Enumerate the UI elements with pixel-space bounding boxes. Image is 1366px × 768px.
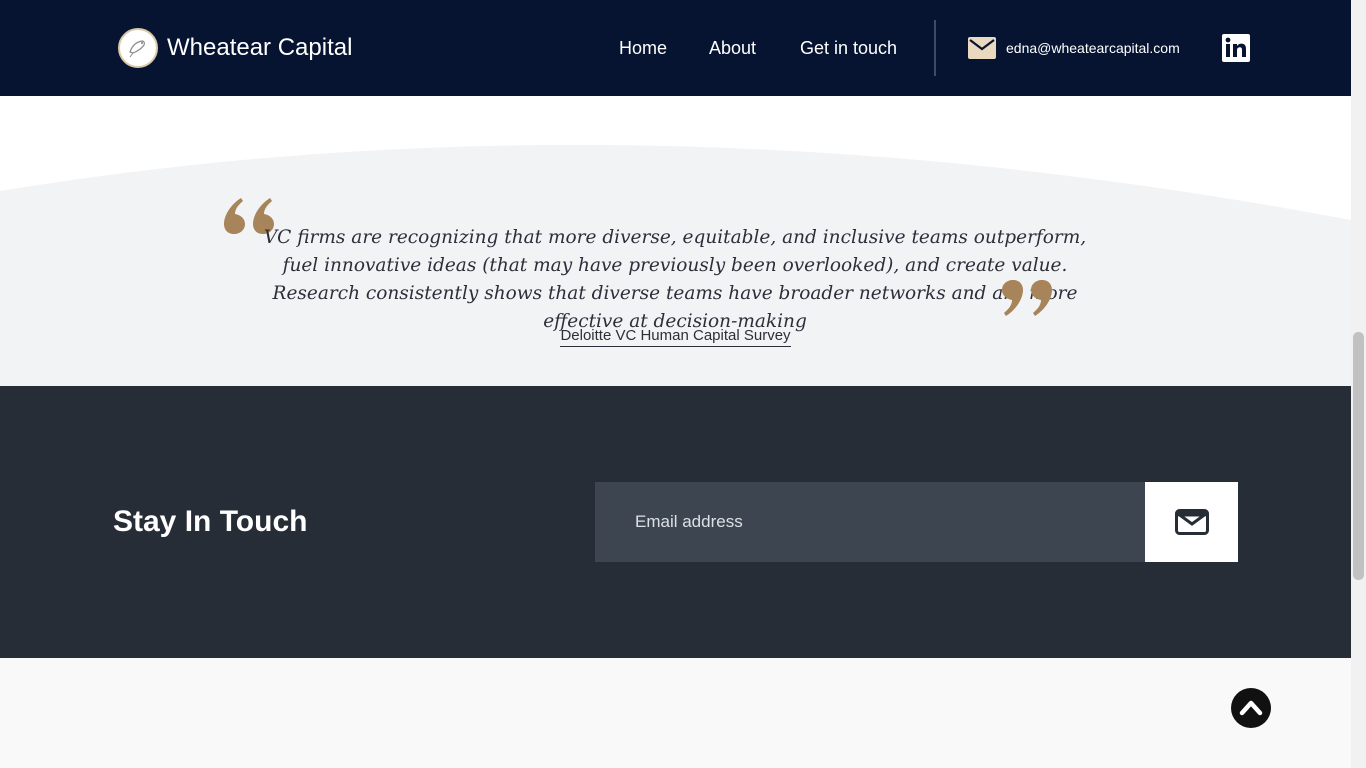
newsletter-submit-button[interactable] (1145, 482, 1238, 562)
envelope-icon (1175, 509, 1209, 535)
nav-about[interactable]: About (709, 37, 756, 59)
quote-text: VC firms are recognizing that more diver… (263, 227, 1087, 332)
newsletter-email-input[interactable] (595, 482, 1145, 562)
quote-section: VC firms are recognizing that more diver… (0, 96, 1351, 386)
nav-divider (934, 20, 936, 76)
page-scrollbar[interactable] (1351, 0, 1366, 768)
footer-area (0, 658, 1351, 768)
header-email-link[interactable]: edna@wheatearcapital.com (1006, 40, 1180, 57)
mail-icon[interactable] (968, 37, 996, 64)
brand-name[interactable]: Wheatear Capital (167, 33, 352, 63)
back-to-top-button[interactable] (1231, 688, 1271, 728)
bird-logo-icon[interactable] (118, 28, 158, 68)
newsletter-title: Stay In Touch (113, 505, 308, 538)
nav-home[interactable]: Home (619, 37, 667, 59)
linkedin-icon[interactable] (1222, 34, 1250, 62)
close-quote-icon (1002, 280, 1054, 321)
newsletter-section: Stay In Touch (0, 386, 1351, 658)
site-header: Wheatear Capital Home About Get in touch… (0, 0, 1351, 96)
quote-source-link[interactable]: Deloitte VC Human Capital Survey (560, 327, 791, 347)
nav-get-in-touch[interactable]: Get in touch (800, 37, 897, 59)
chevron-up-icon (1239, 700, 1263, 716)
quote-source: Deloitte VC Human Capital Survey (0, 327, 1351, 347)
scrollbar-thumb[interactable] (1353, 332, 1364, 580)
